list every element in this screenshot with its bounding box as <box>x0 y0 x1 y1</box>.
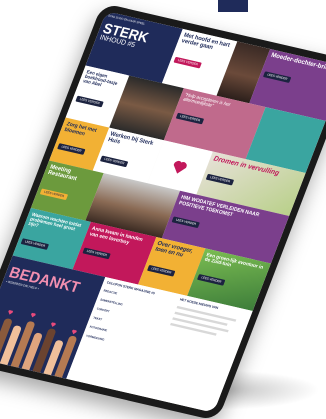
ad-stage: STAD SONG EN HAAR SPEEL STERK INHOUD #5 … <box>0 0 326 419</box>
read-more-button[interactable]: LEES VERDER <box>173 56 203 68</box>
tile-title: Een eigen boekhoud-tasje van Abel <box>82 68 119 88</box>
read-more-button[interactable]: LEES VERDER <box>20 237 50 250</box>
heart-icon <box>72 329 77 335</box>
tile-title: Moeder-dochter-brief <box>269 52 326 73</box>
read-more-button[interactable]: LEES VERDER <box>205 174 235 186</box>
read-more-button[interactable]: LEES VERDER <box>75 95 105 107</box>
heart-icon <box>8 310 13 315</box>
header-fragment <box>218 0 248 12</box>
read-more-button[interactable]: LEES VERDER <box>147 264 176 277</box>
heart-icon <box>51 322 56 327</box>
read-more-button[interactable]: LEES VERDER <box>39 187 69 200</box>
tablet-screen: STAD SONG EN HAAR SPEEL STERK INHOUD #5 … <box>0 11 326 413</box>
tile-title: Zorg het met bloemen <box>63 120 98 137</box>
read-more-button[interactable]: LEES VERDER <box>197 273 226 286</box>
read-more-button[interactable]: LEES VERDER <box>56 143 86 156</box>
read-more-button[interactable]: LEES VERDER <box>263 70 292 83</box>
heart-icon <box>31 312 36 318</box>
read-more-button[interactable]: LEES VERDER <box>100 154 129 167</box>
read-more-button[interactable]: LEES VERDER <box>82 247 111 260</box>
tile-title: Met hoofd en hart verder gaan <box>180 31 231 52</box>
read-more-button[interactable]: LEES VERDER <box>171 216 201 229</box>
read-more-button[interactable]: LEES VERDER <box>175 113 205 125</box>
tablet-device: STAD SONG EN HAAR SPEEL STERK INHOUD #5 … <box>0 2 326 419</box>
heart-icon <box>173 160 187 174</box>
